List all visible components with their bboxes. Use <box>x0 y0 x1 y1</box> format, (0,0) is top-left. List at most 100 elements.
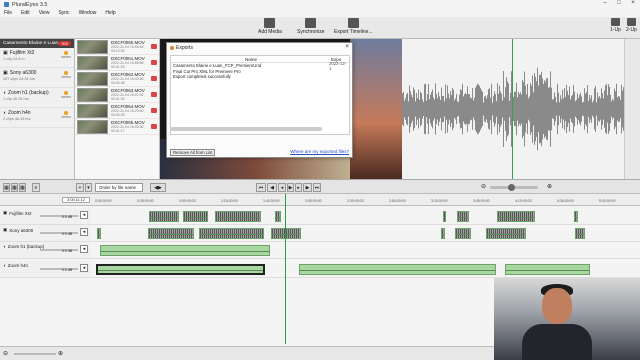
forward-icon[interactable]: ▸ <box>295 183 302 192</box>
zoom-slider[interactable] <box>490 184 538 191</box>
zoom-in-icon[interactable]: ⊕ <box>547 183 552 190</box>
menu-help[interactable]: Help <box>105 10 115 16</box>
close-icon[interactable]: × <box>626 0 640 6</box>
prev-next-button[interactable]: ◀▶ <box>150 183 166 192</box>
timeline-ruler[interactable]: 3:00:11:12 0:00:00:00 0:25:00:00 0:50:00:0… <box>0 194 640 206</box>
view-toggle-icon[interactable]: ▦ <box>19 183 26 192</box>
layout-2up-button[interactable]: 2-Up <box>626 18 637 33</box>
play-icon[interactable]: ▶ <box>287 183 294 192</box>
clip-segment[interactable] <box>443 211 446 222</box>
remove-clip-icon[interactable] <box>151 124 157 129</box>
clip-segment[interactable] <box>299 264 496 275</box>
speaker-icon[interactable]: ◂ <box>80 211 88 219</box>
close-icon[interactable]: × <box>345 44 349 50</box>
layout-1up-button[interactable]: 1-Up <box>610 18 621 33</box>
order-select[interactable]: Order by file name <box>95 183 143 192</box>
remove-all-button[interactable]: Remove All from List <box>170 149 216 156</box>
clip-segment[interactable] <box>148 228 194 239</box>
maximize-icon[interactable]: □ <box>612 0 626 6</box>
clip-segment[interactable] <box>486 228 526 239</box>
synchronize-button[interactable]: Synchronize <box>297 18 325 35</box>
step-forward-icon[interactable]: ▶ <box>303 183 312 192</box>
remove-clip-icon[interactable] <box>151 44 157 49</box>
menu-sync[interactable]: Sync <box>58 10 69 16</box>
timeline-playhead[interactable] <box>285 194 286 344</box>
clip-item[interactable]: DSCF0065.MOV 2022-12-04 16:33:36 00:01:17 <box>75 119 159 135</box>
clip-segment[interactable] <box>215 211 261 222</box>
clip-segment[interactable] <box>505 264 590 275</box>
clip-segment-selected[interactable] <box>96 264 265 275</box>
table-row[interactable]: Export completed successfully <box>171 74 349 80</box>
menu-window[interactable]: Window <box>79 10 97 16</box>
remove-clip-icon[interactable] <box>151 108 157 113</box>
speaker-icon[interactable]: ◂ <box>80 245 88 253</box>
list-icon[interactable]: ≡ <box>32 183 40 192</box>
table-row[interactable]: Casamento Elaine e Luan_FCP_PremiereUnd 2… <box>171 61 349 71</box>
track-lane[interactable] <box>91 208 640 225</box>
table-row[interactable]: Final Cut Pro XML for Premiere Pro <box>171 69 349 75</box>
zoom-out-icon[interactable]: ⊖ <box>481 183 486 190</box>
source-item[interactable]: ▣ Fujifilm Xt2 1 clip 24.8 m stereo <box>0 48 74 68</box>
zoom-slider-knob[interactable] <box>508 184 515 191</box>
vertical-zoom-slider[interactable] <box>624 39 640 179</box>
minimize-icon[interactable]: – <box>598 0 612 6</box>
where-exported-link[interactable]: Where are my exported files? <box>290 149 349 154</box>
project-header[interactable]: Casamento Elaine e Luan 900 <box>0 39 74 48</box>
track-lane[interactable] <box>91 225 640 242</box>
ruler-tick-label: 5:00:00:00 <box>599 199 616 203</box>
track-header[interactable]: ▣ Sony a6300 0.0 dB ◂ <box>0 225 91 242</box>
clip-segment[interactable] <box>149 211 179 222</box>
speaker-icon[interactable]: ◂ <box>80 264 88 272</box>
volume-slider[interactable] <box>40 249 78 251</box>
clip-segment[interactable] <box>455 228 471 239</box>
add-media-button[interactable]: Add Media <box>258 18 282 35</box>
step-back-icon[interactable]: ◀ <box>267 183 277 192</box>
view-toggle-icon[interactable]: ▦ <box>3 183 10 192</box>
clip-item[interactable]: DSCF0062.MOV 2022-12-04 16:00:28 00:00:48 <box>75 71 159 87</box>
clip-segment[interactable] <box>275 211 281 222</box>
clip-segment[interactable] <box>271 228 301 239</box>
menu-file[interactable]: File <box>4 10 12 16</box>
export-timeline-button[interactable]: Export Timeline... <box>334 18 373 35</box>
speaker-icon[interactable]: ◂ <box>80 228 88 236</box>
volume-slider[interactable] <box>40 215 78 217</box>
rewind-icon[interactable]: ◂ <box>278 183 286 192</box>
track-lane[interactable] <box>91 242 640 259</box>
skip-forward-icon[interactable]: ⏭ <box>313 183 321 192</box>
view-toggle-icon[interactable]: ▦ <box>11 183 18 192</box>
clip-segment[interactable] <box>497 211 535 222</box>
clip-segment[interactable] <box>575 228 585 239</box>
clip-segment[interactable] <box>183 211 208 222</box>
clip-item[interactable]: DSCF0060.MOV 2022-12-04 15:56:45 00:12:00 <box>75 39 159 55</box>
clip-segment[interactable] <box>199 228 264 239</box>
track-height-slider[interactable] <box>14 353 56 355</box>
clip-segment[interactable] <box>100 245 270 256</box>
horizontal-scrollbar[interactable] <box>170 127 322 131</box>
source-item[interactable]: ◖ Zoom h4n 2 clips 46.33 hrs stereo <box>0 108 74 128</box>
add-track-button[interactable]: + <box>76 183 84 192</box>
remove-clip-icon[interactable] <box>151 92 157 97</box>
volume-slider[interactable] <box>40 268 78 270</box>
menu-view[interactable]: View <box>39 10 50 16</box>
clip-segment[interactable] <box>574 211 578 222</box>
clip-item[interactable]: DSCF0064.MOV 2022-12-04 16:29:40 00:00:26 <box>75 103 159 119</box>
clip-item[interactable]: DSCF0061.MOV 2022-12-04 15:56:55 00:01:18 <box>75 55 159 71</box>
track-header[interactable]: ◖ Zoom h1 (backup) 0.0 dB ◂ <box>0 242 91 259</box>
menu-edit[interactable]: Edit <box>21 10 30 16</box>
dropdown-icon[interactable]: ▾ <box>85 183 92 192</box>
volume-slider[interactable] <box>40 232 78 234</box>
source-item[interactable]: ▣ Sony a6300 157 clips 04:34 hrs stereo <box>0 68 74 88</box>
remove-clip-icon[interactable] <box>151 76 157 81</box>
zoom-in-icon[interactable]: ⊕ <box>58 350 63 357</box>
source-item[interactable]: ◖ Zoom h1 (backup) 1 clip 46.33 hrs stere… <box>0 88 74 108</box>
track-header[interactable]: ▣ Fujifilm Xt2 0.0 dB ◂ <box>0 208 91 225</box>
remove-clip-icon[interactable] <box>151 60 157 65</box>
zoom-out-icon[interactable]: ⊖ <box>3 350 8 357</box>
clip-segment[interactable] <box>457 211 469 222</box>
clip-segment[interactable] <box>441 228 445 239</box>
clip-item[interactable]: DSCF0063.MOV 2022-12-04 16:07:02 00:01:02 <box>75 87 159 103</box>
clip-segment[interactable] <box>97 228 101 239</box>
track-lane[interactable] <box>91 261 640 278</box>
track-header[interactable]: ◖ Zoom h4n 0.0 dB ◂ <box>0 261 91 278</box>
skip-back-icon[interactable]: ⏮ <box>256 183 266 192</box>
